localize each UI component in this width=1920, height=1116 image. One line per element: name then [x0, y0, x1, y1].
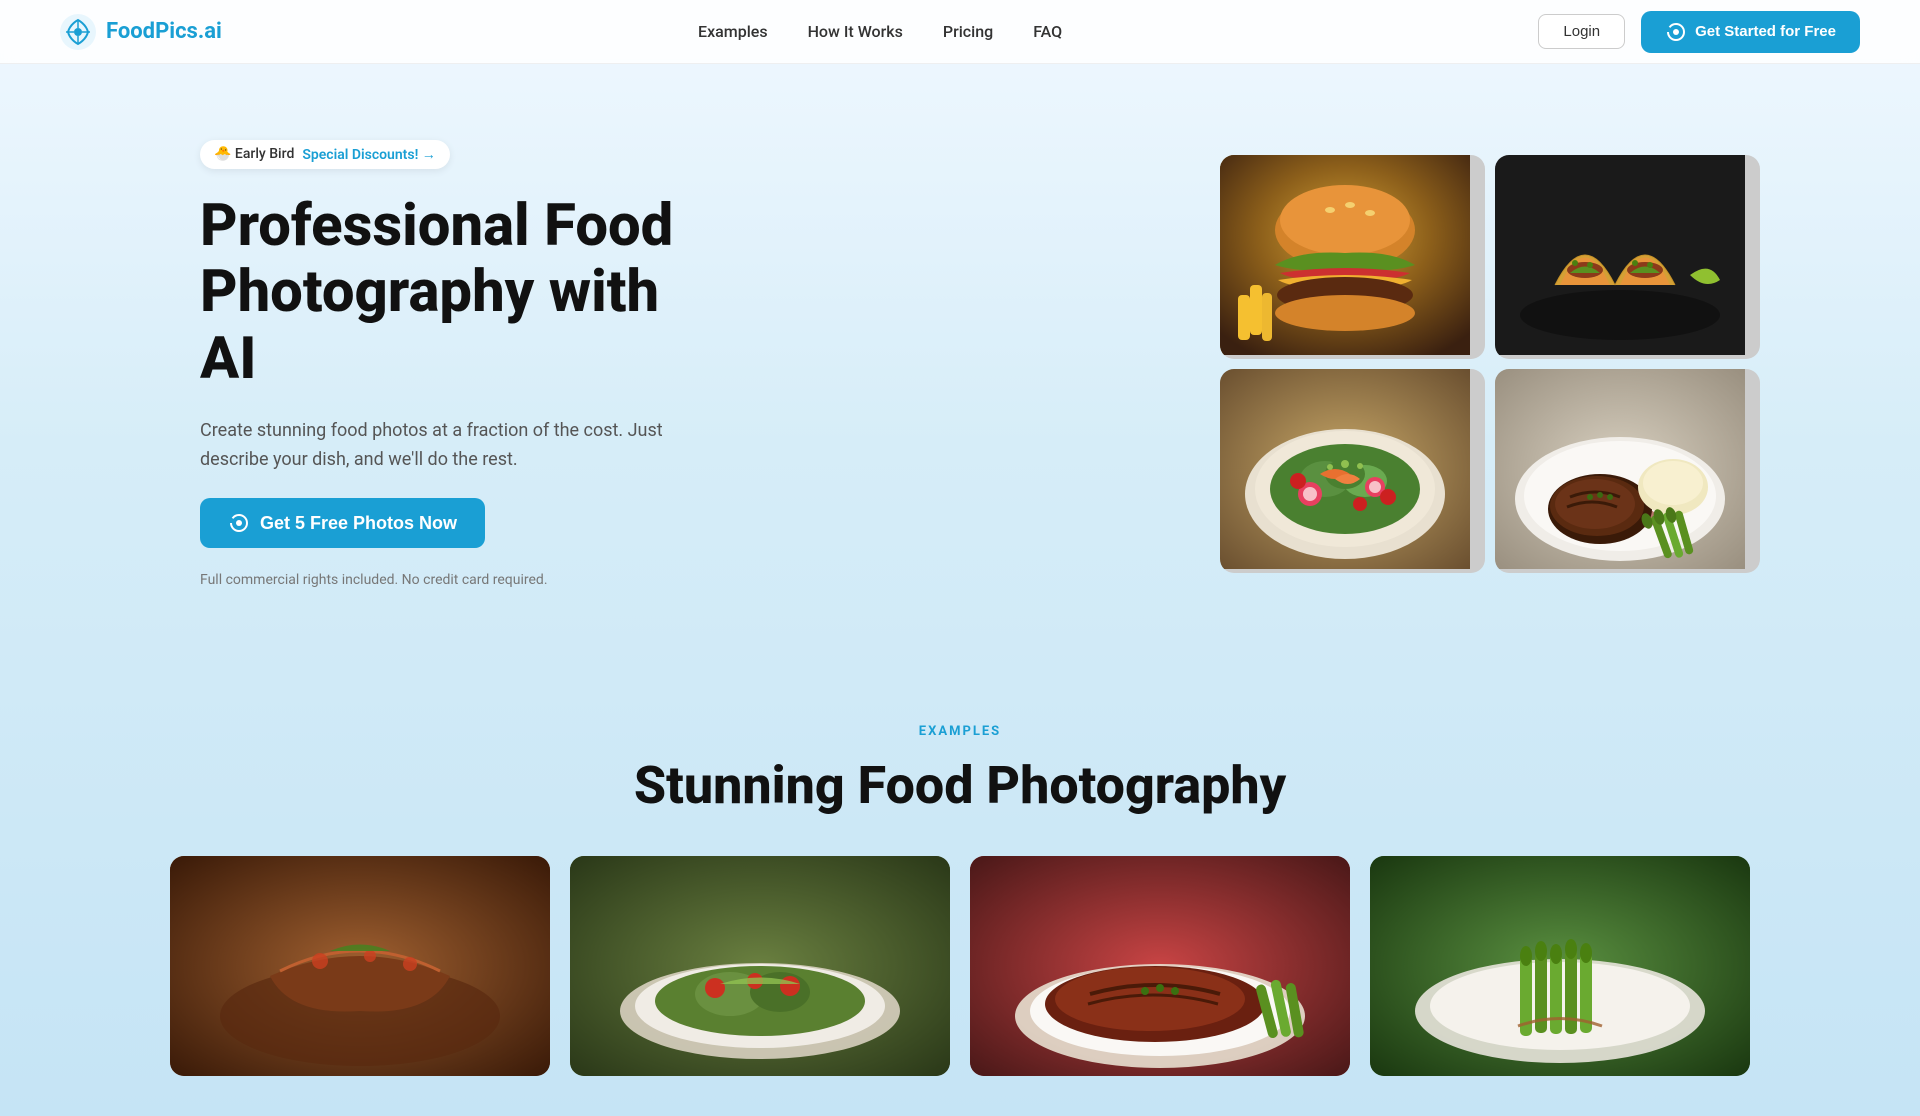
food-image-steak [1495, 369, 1760, 573]
examples-title: Stunning Food Photography [160, 755, 1760, 816]
examples-label: EXAMPLES [160, 724, 1760, 739]
spinner-icon [1665, 21, 1687, 43]
early-bird-label: 🐣 Early Bird [214, 146, 294, 162]
navbar: FoodPics.ai Examples How It Works Pricin… [0, 0, 1920, 64]
hero-subtitle: Create stunning food photos at a fractio… [200, 417, 720, 475]
hero-image-grid [1220, 155, 1760, 573]
logo-link[interactable]: FoodPics.ai [60, 14, 222, 50]
food-image-salad [1220, 369, 1485, 573]
hero-cta-button[interactable]: Get 5 Free Photos Now [200, 498, 485, 548]
login-button[interactable]: Login [1538, 14, 1625, 49]
nav-links: Examples How It Works Pricing FAQ [698, 22, 1062, 41]
example-photo-1 [170, 856, 550, 1076]
example-photo-2 [570, 856, 950, 1076]
hero-section: 🐣 Early Bird Special Discounts! → Profes… [0, 64, 1920, 664]
nav-pricing[interactable]: Pricing [943, 22, 993, 41]
cta-spinner-icon [228, 512, 250, 534]
hero-disclaimer: Full commercial rights included. No cred… [200, 572, 720, 588]
food-image-burger [1220, 155, 1485, 359]
nav-faq[interactable]: FAQ [1033, 22, 1062, 41]
hero-title: Professional Food Photography with AI [200, 193, 720, 393]
logo-icon [60, 14, 96, 50]
food-image-tacos [1495, 155, 1760, 359]
example-photo-4 [1370, 856, 1750, 1076]
examples-section: EXAMPLES Stunning Food Photography [0, 664, 1920, 1116]
hero-content: 🐣 Early Bird Special Discounts! → Profes… [200, 140, 720, 589]
nav-how-it-works[interactable]: How It Works [808, 22, 903, 41]
examples-photos-grid [160, 856, 1760, 1076]
special-discount-label: Special Discounts! → [302, 146, 435, 163]
nav-examples[interactable]: Examples [698, 22, 768, 41]
navbar-actions: Login Get Started for Free [1538, 11, 1860, 53]
early-bird-badge: 🐣 Early Bird Special Discounts! → [200, 140, 450, 169]
get-started-button[interactable]: Get Started for Free [1641, 11, 1860, 53]
example-photo-3 [970, 856, 1350, 1076]
logo-text: FoodPics.ai [106, 19, 222, 44]
